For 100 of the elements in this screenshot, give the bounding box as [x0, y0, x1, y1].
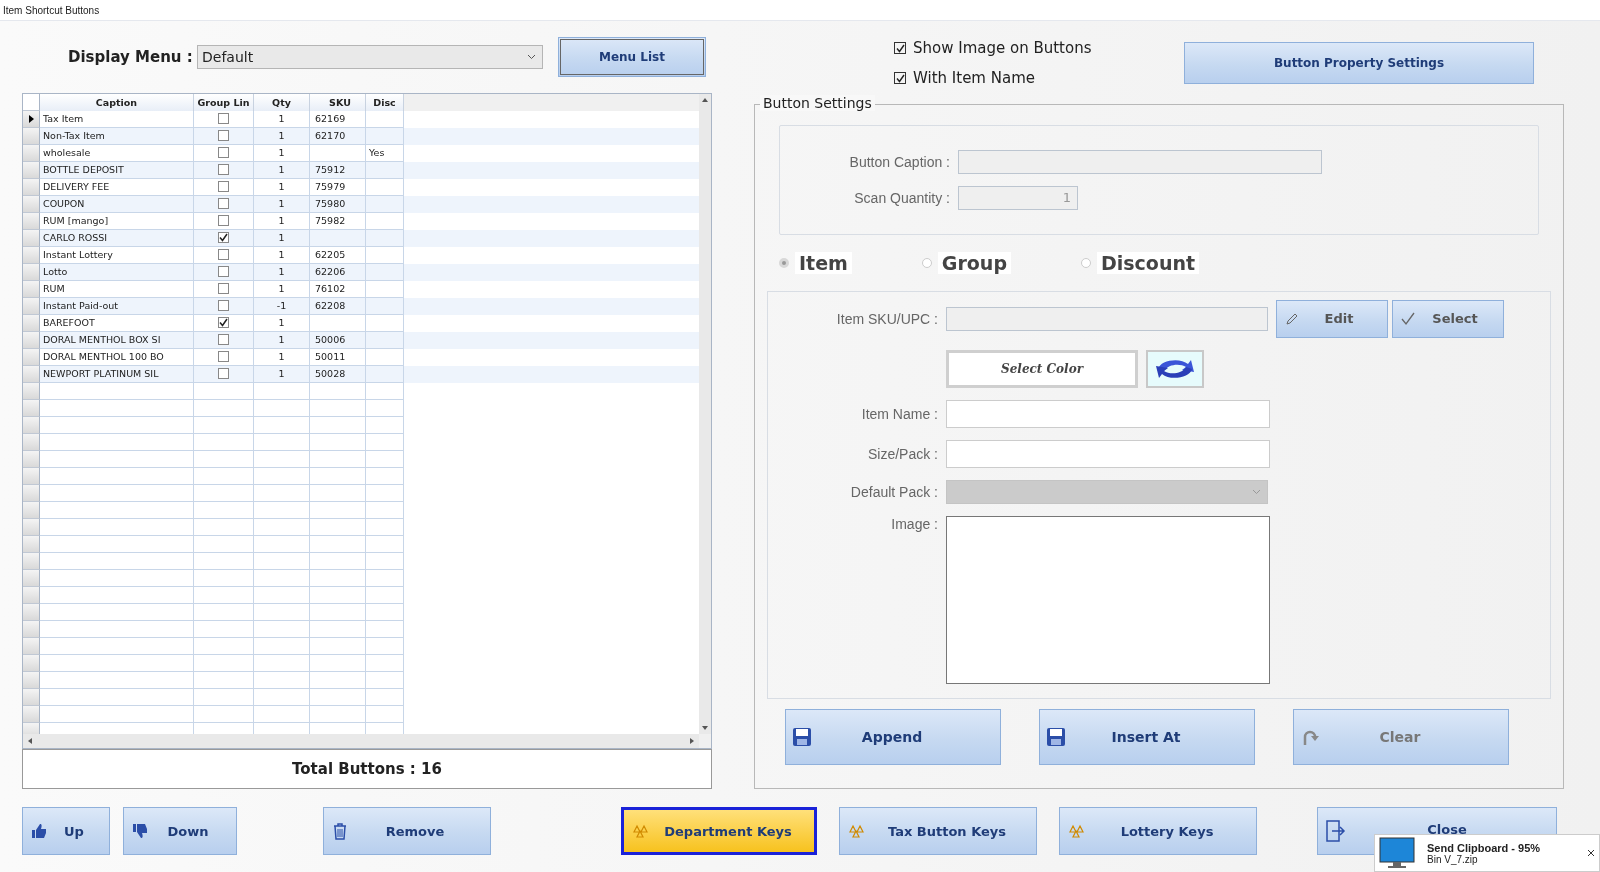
table-cell: NEWPORT PLATINUM SIL	[40, 365, 194, 383]
checkbox[interactable]	[218, 266, 229, 278]
thumbs-up-icon	[31, 823, 47, 839]
checkbox[interactable]	[218, 334, 229, 346]
table-cell	[366, 127, 404, 145]
table-cell: 75982	[310, 212, 366, 230]
default-pack-dropdown[interactable]	[946, 479, 1268, 504]
table-cell	[366, 331, 404, 349]
radio-button[interactable]	[779, 257, 789, 268]
checkbox[interactable]	[218, 198, 229, 210]
column-header[interactable]: Group Lin	[194, 93, 254, 111]
table-cell: 1	[254, 365, 310, 383]
table-cell: 1	[254, 212, 310, 230]
radio-button[interactable]	[921, 257, 932, 268]
checkbox[interactable]	[218, 113, 229, 125]
radio-button[interactable]	[1081, 257, 1091, 268]
toolbar-button[interactable]: Down	[123, 807, 237, 855]
table-cell: 62206	[310, 263, 366, 281]
refresh-button[interactable]	[1146, 349, 1204, 388]
action-button[interactable]: Insert At	[1039, 708, 1255, 765]
toolbar-button[interactable]: Tax Button Keys	[839, 807, 1037, 855]
item-name-field[interactable]	[946, 399, 1270, 428]
action-button[interactable]: Append	[785, 708, 1001, 765]
checkbox[interactable]	[218, 317, 229, 329]
table-cell	[366, 348, 404, 366]
checkbox[interactable]	[218, 283, 229, 295]
window-title: Item Shortcut Buttons	[3, 4, 100, 16]
column-header[interactable]: SKU	[310, 93, 366, 111]
checkbox[interactable]	[218, 164, 229, 176]
checkbox[interactable]	[218, 351, 229, 363]
toolbar-button[interactable]: Lottery Keys	[1059, 807, 1257, 855]
table-cell	[366, 161, 404, 179]
menu-list-button[interactable]: Menu List	[558, 36, 706, 77]
checkbox[interactable]	[218, 215, 229, 227]
table-cell: 62205	[310, 246, 366, 264]
table-cell: 50028	[310, 365, 366, 383]
table-cell: 1	[254, 263, 310, 281]
table-cell: Yes	[366, 144, 404, 162]
radio-label: Item	[795, 251, 852, 274]
table-cell: Tax Item	[40, 110, 194, 128]
table-cell: 75912	[310, 161, 366, 179]
table-cell: 1	[254, 195, 310, 213]
field-label: Image :	[890, 515, 938, 532]
table-cell: 62208	[310, 297, 366, 315]
table-cell	[366, 178, 404, 196]
toolbar-button[interactable]: Department Keys	[621, 807, 817, 855]
column-header[interactable]: Caption	[40, 93, 194, 111]
notification-text: Bin V_7.zip	[1427, 853, 1478, 865]
table-cell: Instant Lottery	[40, 246, 194, 264]
table-cell: 75979	[310, 178, 366, 196]
caret-icon	[1252, 488, 1261, 495]
field-label: Size/Pack :	[866, 445, 938, 462]
table-cell	[366, 110, 404, 128]
table-cell: 1	[254, 127, 310, 145]
exit-icon	[1326, 820, 1346, 842]
checkbox[interactable]	[894, 72, 906, 84]
column-header[interactable]: Disc	[366, 93, 404, 111]
item-sku-field[interactable]	[946, 306, 1268, 331]
vertical-scrollbar[interactable]	[699, 93, 711, 734]
checkbox[interactable]	[218, 147, 229, 159]
table-cell: 76102	[310, 280, 366, 298]
checkbox[interactable]	[218, 300, 229, 312]
button-property-settings-button[interactable]: Button Property Settings	[1184, 42, 1534, 84]
toolbar-button[interactable]: Remove	[323, 807, 491, 855]
table-cell: Lotto	[40, 263, 194, 281]
checkbox[interactable]	[894, 42, 906, 54]
button-caption-field[interactable]	[958, 149, 1322, 174]
close-icon[interactable]	[1587, 849, 1595, 857]
table-cell: BOTTLE DEPOSIT	[40, 161, 194, 179]
table-cell: COUPON	[40, 195, 194, 213]
table-cell: 1	[254, 229, 310, 247]
notification-toast[interactable]: Send Clipboard - 95% Bin V_7.zip	[1374, 834, 1600, 872]
size-pack-field[interactable]	[946, 439, 1270, 468]
table-cell	[366, 263, 404, 281]
checkbox[interactable]	[218, 130, 229, 142]
table-cell	[310, 144, 366, 162]
thumbs-down-icon	[132, 823, 148, 839]
checkbox[interactable]	[218, 232, 229, 244]
checkbox-label: With Item Name	[913, 69, 1035, 87]
table-cell: Instant Paid-out	[40, 297, 194, 315]
table-cell	[366, 297, 404, 315]
table-cell	[366, 365, 404, 383]
select-color-button[interactable]: Select Color	[946, 349, 1138, 388]
checkmark-icon	[1401, 311, 1415, 326]
table-cell: 1	[254, 331, 310, 349]
table-cell: DORAL MENTHOL 100 BO	[40, 348, 194, 366]
table-cell	[310, 314, 366, 332]
current-row-icon	[28, 114, 34, 123]
table-cell: RUM [mango]	[40, 212, 194, 230]
checkbox[interactable]	[218, 181, 229, 193]
select-button[interactable]: Select	[1392, 299, 1504, 338]
table-cell: DORAL MENTHOL BOX SI	[40, 331, 194, 349]
total-buttons-label: Total Buttons : 16	[22, 749, 712, 789]
table-cell: 62169	[310, 110, 366, 128]
checkbox[interactable]	[218, 249, 229, 261]
column-header[interactable]: Qty	[254, 93, 310, 111]
display-menu-dropdown[interactable]: Default	[197, 44, 543, 69]
toolbar-button[interactable]: Up	[22, 807, 110, 855]
checkbox[interactable]	[218, 368, 229, 380]
edit-button[interactable]: Edit	[1276, 299, 1388, 338]
